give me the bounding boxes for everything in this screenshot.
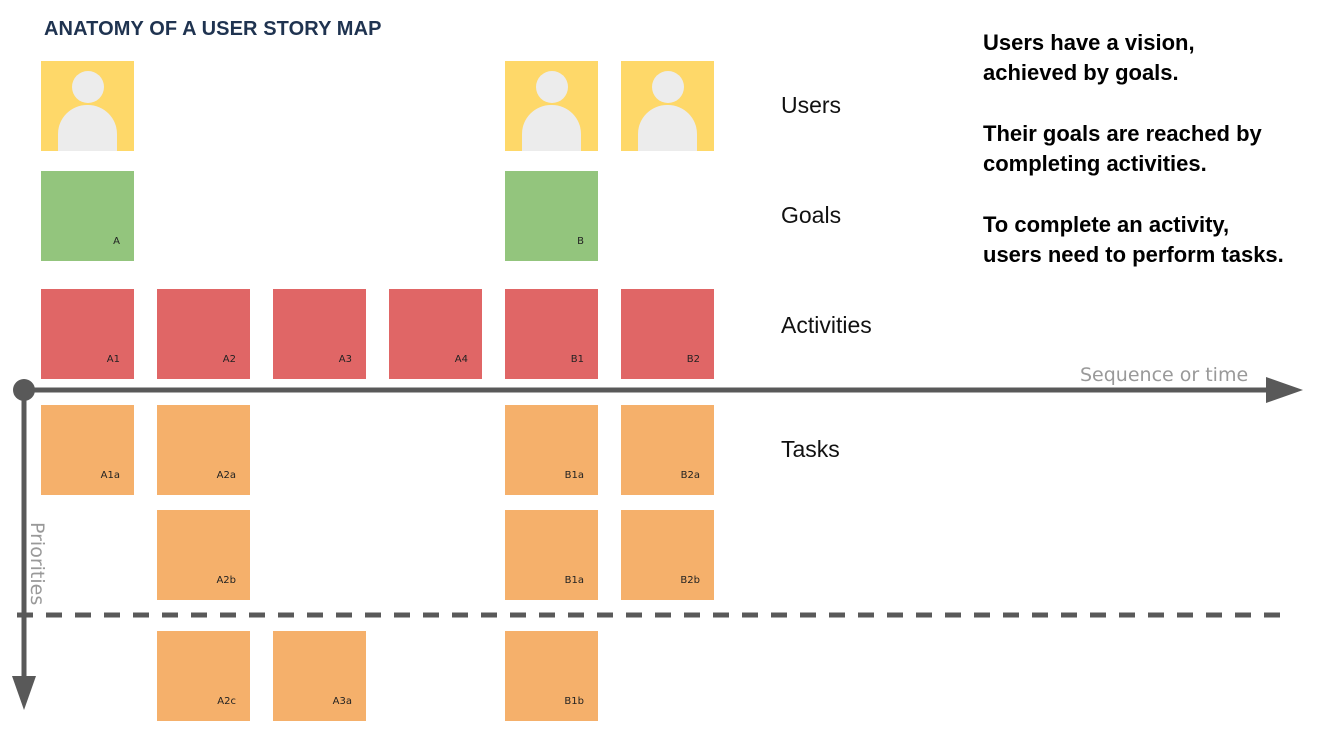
task-card[interactable]: B1a — [505, 405, 598, 495]
sequence-arrow-icon — [1266, 377, 1303, 403]
task-label: A1a — [100, 470, 120, 481]
row-label-activities: Activities — [781, 312, 872, 338]
task-card[interactable]: B1a — [505, 510, 598, 600]
activity-label: B1 — [570, 354, 584, 365]
activity-card[interactable]: B2 — [621, 289, 714, 379]
user-avatar-icon — [536, 71, 568, 103]
activity-card[interactable]: A2 — [157, 289, 250, 379]
task-label: A2a — [216, 470, 236, 481]
user-avatar-icon — [72, 71, 104, 103]
activity-card[interactable]: A3 — [273, 289, 366, 379]
activity-label: A1 — [106, 354, 120, 365]
row-label-tasks: Tasks — [781, 436, 840, 462]
goal-label: B — [577, 236, 584, 247]
axis-origin-dot — [13, 379, 35, 401]
task-card[interactable]: B1b — [505, 631, 598, 721]
activity-card[interactable]: A1 — [41, 289, 134, 379]
activity-card[interactable]: B1 — [505, 289, 598, 379]
note-paragraph: Users have a vision, achieved by goals. — [983, 30, 1195, 85]
user-card[interactable] — [41, 61, 134, 151]
explanation-notes: Users have a vision, achieved by goals. … — [983, 28, 1293, 301]
row-label-goals: Goals — [781, 202, 842, 228]
task-card[interactable]: B2a — [621, 405, 714, 495]
task-label: B1a — [564, 470, 584, 481]
user-card[interactable] — [621, 61, 714, 151]
task-label: B2b — [680, 575, 700, 586]
user-card[interactable] — [505, 61, 598, 151]
task-card[interactable]: A2b — [157, 510, 250, 600]
task-card[interactable]: B2b — [621, 510, 714, 600]
goal-label: A — [113, 236, 120, 247]
task-card[interactable]: A1a — [41, 405, 134, 495]
activity-label: B2 — [686, 354, 700, 365]
task-label: A2c — [217, 696, 236, 707]
activity-label: A3 — [338, 354, 352, 365]
priorities-axis-label: Priorities — [26, 522, 48, 606]
user-avatar-icon — [652, 71, 684, 103]
task-label: B2a — [680, 470, 700, 481]
task-label: B1b — [564, 696, 584, 707]
row-label-users: Users — [781, 92, 842, 118]
task-card[interactable]: A3a — [273, 631, 366, 721]
note-paragraph: Their goals are reached by completing ac… — [983, 121, 1262, 176]
task-card[interactable]: A2c — [157, 631, 250, 721]
activity-label: A4 — [454, 354, 468, 365]
task-label: A2b — [216, 575, 236, 586]
task-label: A3a — [332, 696, 352, 707]
goal-card[interactable]: A — [41, 171, 134, 261]
task-card[interactable]: A2a — [157, 405, 250, 495]
priority-arrow-icon — [12, 676, 36, 710]
sequence-axis-label: Sequence or time — [1080, 364, 1249, 386]
note-paragraph: To complete an activity, users need to p… — [983, 212, 1284, 267]
activity-card[interactable]: A4 — [389, 289, 482, 379]
activity-label: A2 — [222, 354, 236, 365]
task-label: B1a — [564, 575, 584, 586]
goal-card[interactable]: B — [505, 171, 598, 261]
